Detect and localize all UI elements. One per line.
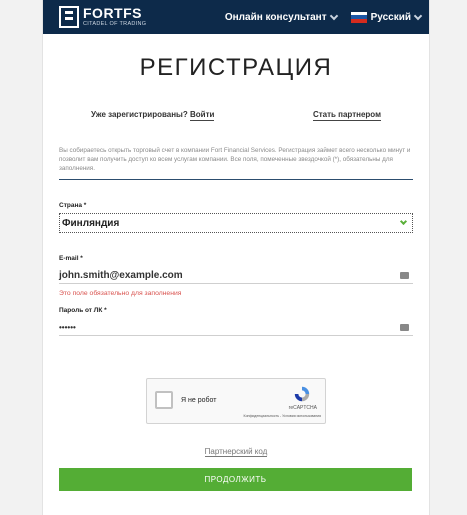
recaptcha-links[interactable]: Конфиденциальность - Условия использован… xyxy=(244,414,321,418)
country-label: Страна * xyxy=(59,202,87,209)
language-selector[interactable]: Русский xyxy=(350,11,423,23)
chevron-down-icon xyxy=(413,11,423,20)
password-field: Пароль от ЛК * •••••• xyxy=(59,307,413,336)
top-navigation-bar: FORTFS CITADEL OF TRADING Онлайн консуль… xyxy=(43,0,429,34)
logo-name: FORTFS xyxy=(83,5,142,22)
email-input[interactable]: john.smith@example.com xyxy=(59,268,413,284)
chevron-down-icon xyxy=(399,217,408,226)
already-registered-text: Уже зарегистрированы? xyxy=(91,110,188,119)
email-value: john.smith@example.com xyxy=(59,270,183,281)
registration-description: Вы собираетесь открыть торговый счет в к… xyxy=(59,146,413,180)
email-field: E-mail * john.smith@example.com Это поле… xyxy=(59,255,413,297)
keyboard-icon[interactable] xyxy=(400,272,409,279)
password-value: •••••• xyxy=(59,323,76,332)
password-input[interactable]: •••••• xyxy=(59,320,413,336)
registration-card: FORTFS CITADEL OF TRADING Онлайн консуль… xyxy=(42,0,430,515)
continue-button[interactable]: ПРОДОЛЖИТЬ xyxy=(59,468,412,491)
russian-flag-icon xyxy=(350,11,367,23)
partner-code-link[interactable]: Партнерский код xyxy=(204,447,268,457)
online-consultant-menu[interactable]: Онлайн консультант xyxy=(224,11,338,23)
country-select[interactable]: Финляндия xyxy=(59,213,413,233)
chevron-down-icon xyxy=(329,11,338,20)
password-label: Пароль от ЛК * xyxy=(59,307,107,314)
recaptcha-label: Я не робот xyxy=(181,397,217,404)
partner-code: Партнерский код xyxy=(43,447,429,457)
country-field: Страна * Финляндия xyxy=(59,202,413,233)
logo-icon xyxy=(59,6,79,28)
become-partner-link[interactable]: Стать партнером xyxy=(312,110,381,121)
recaptcha-logo-icon xyxy=(294,386,310,402)
language-label: Русский xyxy=(370,11,411,23)
login-link[interactable]: Войти xyxy=(190,110,215,121)
keyboard-icon[interactable] xyxy=(400,324,409,331)
recaptcha-brand: reCAPTCHA xyxy=(288,405,317,411)
logo-tagline: CITADEL OF TRADING xyxy=(83,21,147,28)
page-title: РЕГИСТРАЦИЯ xyxy=(139,54,333,81)
online-consultant-label: Онлайн консультант xyxy=(224,11,327,23)
auth-links: Уже зарегистрированы? Войти Стать партне… xyxy=(43,110,429,121)
email-label: E-mail * xyxy=(59,255,83,262)
fortfs-logo[interactable]: FORTFS CITADEL OF TRADING xyxy=(59,6,146,28)
recaptcha-checkbox[interactable] xyxy=(155,391,173,409)
country-value: Финляндия xyxy=(62,217,120,229)
recaptcha-widget: Я не робот reCAPTCHA Конфиденциальность … xyxy=(146,378,326,424)
email-error-message: Это поле обязательно для заполнения xyxy=(59,290,182,297)
